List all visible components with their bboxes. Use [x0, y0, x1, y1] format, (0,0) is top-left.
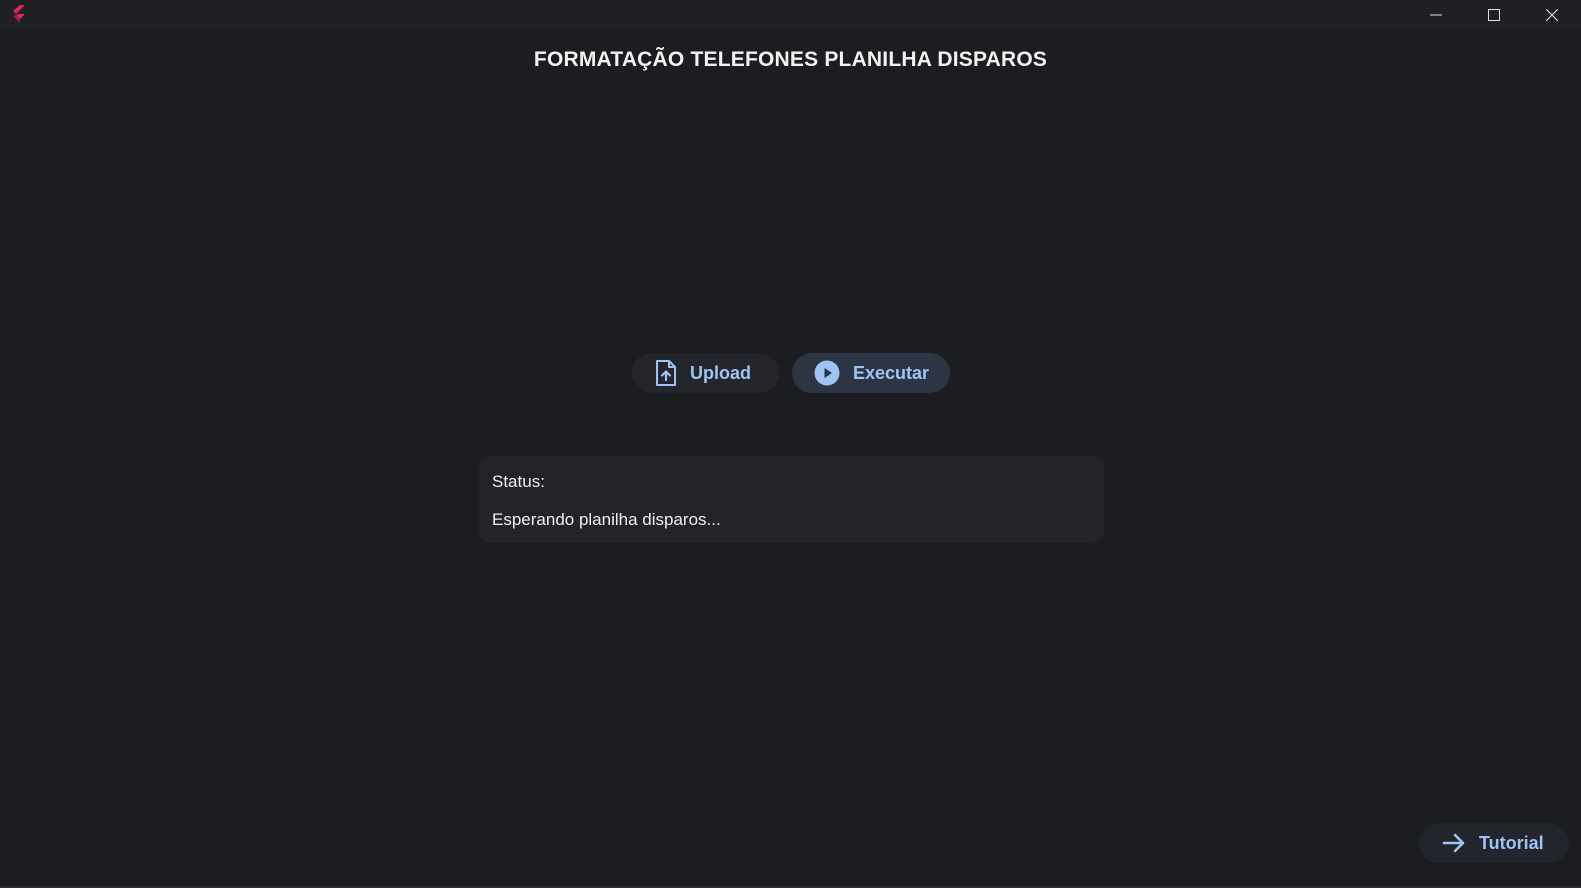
minimize-icon — [1430, 9, 1442, 21]
execute-button[interactable]: Executar — [792, 353, 950, 393]
tutorial-button[interactable]: Tutorial — [1419, 823, 1569, 863]
execute-button-label: Executar — [853, 362, 930, 383]
upload-button-label: Upload — [690, 362, 751, 383]
upload-button[interactable]: Upload — [632, 353, 779, 393]
status-panel: Status: Esperando planilha disparos... — [479, 456, 1104, 543]
tutorial-button-label: Tutorial — [1479, 832, 1544, 853]
status-label: Status: — [492, 472, 545, 491]
minimize-button[interactable] — [1407, 0, 1465, 30]
app-window: FORMATAÇÃO TELEFONES PLANILHA DISPAROS U… — [0, 0, 1581, 888]
close-icon — [1546, 9, 1558, 21]
close-button[interactable] — [1523, 0, 1581, 30]
file-upload-icon — [655, 360, 677, 386]
title-bar[interactable] — [0, 0, 1581, 30]
maximize-icon — [1488, 9, 1500, 21]
maximize-button[interactable] — [1465, 0, 1523, 30]
status-message: Esperando planilha disparos... — [492, 510, 721, 529]
play-circle-icon — [814, 360, 840, 386]
flutter-logo-icon — [8, 3, 30, 25]
arrow-right-icon — [1442, 832, 1466, 854]
page-title: FORMATAÇÃO TELEFONES PLANILHA DISPAROS — [533, 48, 1048, 71]
